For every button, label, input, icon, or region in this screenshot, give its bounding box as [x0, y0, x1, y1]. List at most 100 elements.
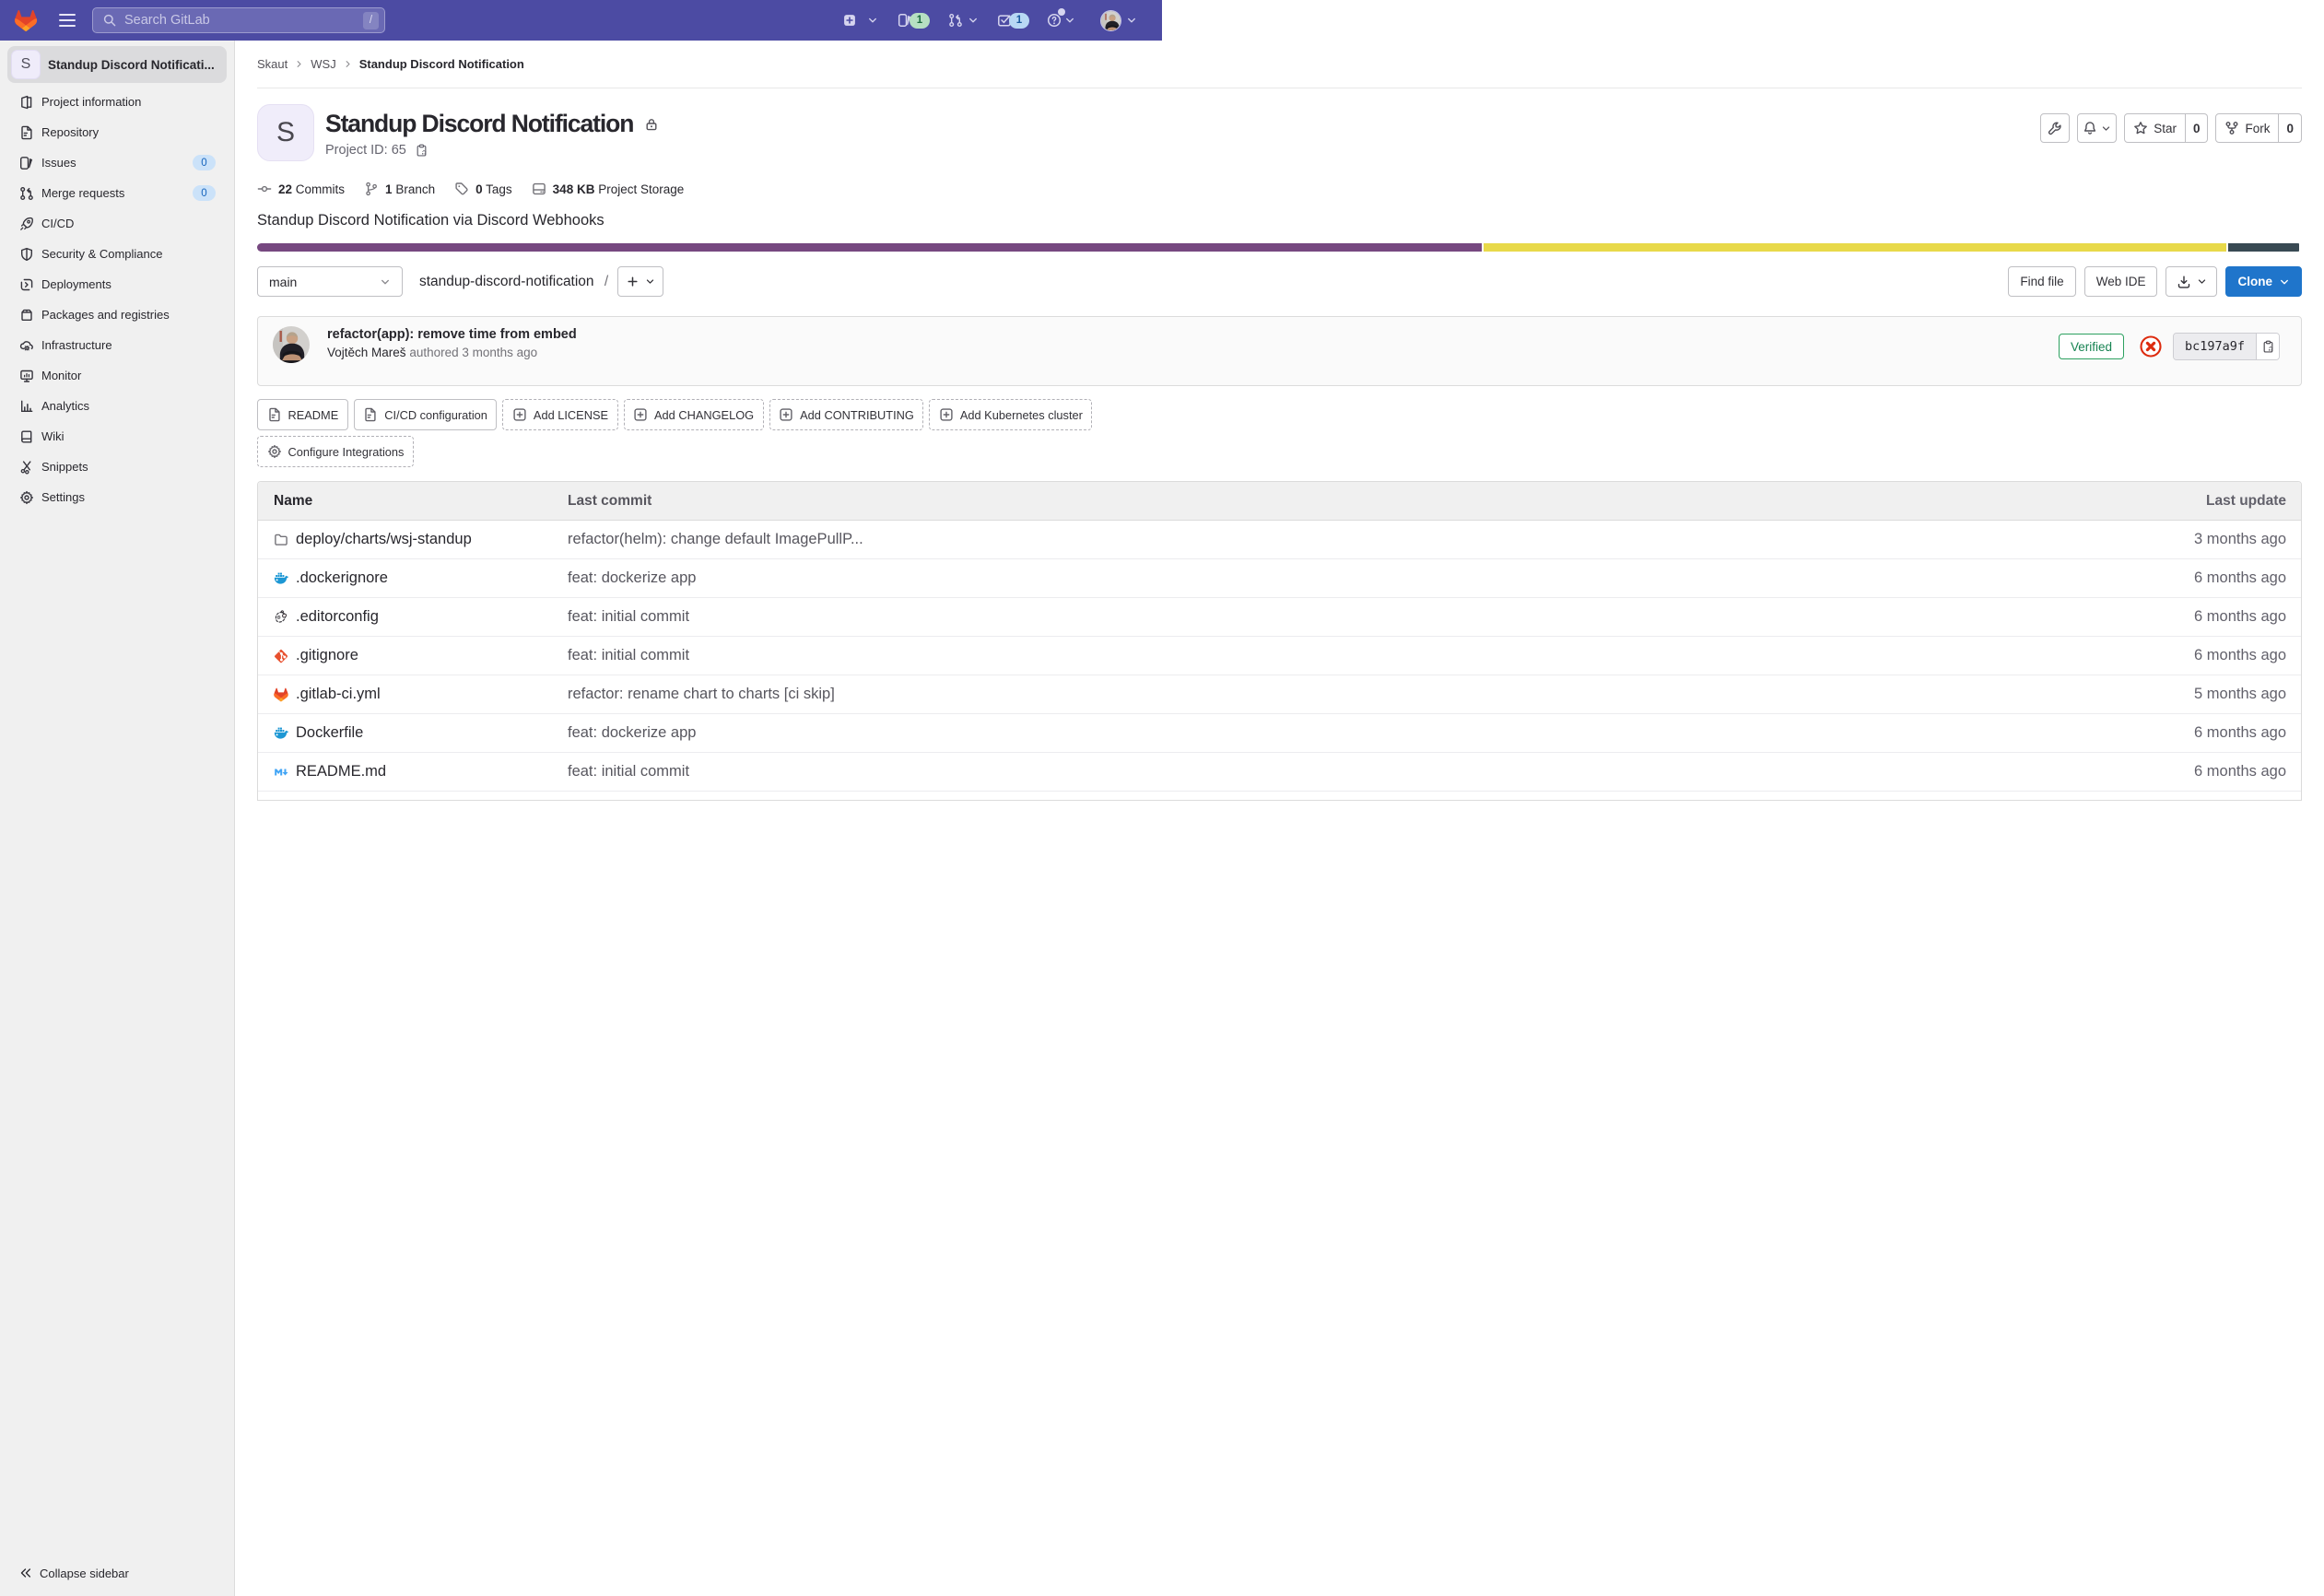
sidebar-item-label: Analytics [41, 399, 219, 413]
sidebar-project-header[interactable]: S Standup Discord Notificati... [7, 46, 227, 83]
file-row[interactable]: .editorconfig feat: initial commit 6 mon… [258, 598, 2301, 637]
web-ide-button[interactable]: Web IDE [2084, 266, 2158, 297]
branch-chevron-icon [380, 276, 391, 288]
sidebar-item[interactable]: Wiki [0, 421, 234, 452]
commit-author-avatar[interactable] [273, 326, 310, 363]
user-menu-chevron-icon[interactable] [1126, 15, 1137, 26]
sidebar-item[interactable]: Deployments [0, 269, 234, 299]
collapse-sidebar-button[interactable]: Collapse sidebar [0, 1557, 234, 1589]
project-stat[interactable]: 22 Commits [257, 182, 345, 196]
sidebar-item[interactable]: CI/CD [0, 208, 234, 239]
project-settings-button[interactable] [2040, 113, 2070, 143]
sidebar-item[interactable]: Security & Compliance [0, 239, 234, 269]
pipeline-failed-icon[interactable] [2140, 335, 2162, 358]
file-row[interactable]: Dockerfile feat: dockerize app 6 months … [258, 714, 2301, 753]
sidebar-item-label: Infrastructure [41, 338, 219, 352]
copy-project-id-icon[interactable] [415, 144, 428, 158]
language-bar[interactable] [257, 243, 2302, 252]
file-name[interactable]: README.md [296, 763, 386, 780]
quick-button[interactable]: Add CHANGELOG [624, 399, 764, 430]
file-row[interactable]: .dockerignore feat: dockerize app 6 mont… [258, 559, 2301, 598]
file-row[interactable]: README.md feat: initial commit 6 months … [258, 753, 2301, 792]
project-stat[interactable]: 348 KB Project Storage [532, 182, 685, 196]
hamburger-menu-icon[interactable] [59, 14, 76, 27]
breadcrumb-subgroup[interactable]: WSJ [311, 57, 335, 71]
file-commit-message[interactable]: feat: dockerize app [568, 724, 2117, 742]
file-name[interactable]: .dockerignore [296, 569, 388, 587]
quick-button[interactable]: Add LICENSE [502, 399, 617, 430]
file-commit-message[interactable]: feat: initial commit [568, 608, 2117, 626]
sidebar-item-icon [19, 217, 34, 231]
file-commit-message[interactable]: feat: initial commit [568, 647, 2117, 664]
quick-button[interactable]: CI/CD configuration [354, 399, 498, 430]
quick-button[interactable]: Add Kubernetes cluster [929, 399, 1092, 430]
repo-path-name[interactable]: standup-discord-notification [419, 274, 594, 289]
breadcrumb-current[interactable]: Standup Discord Notification [359, 57, 524, 71]
merge-requests-nav-button[interactable] [948, 13, 963, 28]
branch-selector[interactable]: main [257, 266, 403, 297]
sidebar-item[interactable]: Repository [0, 117, 234, 147]
sidebar-item[interactable]: Infrastructure [0, 330, 234, 360]
file-name[interactable]: Dockerfile [296, 724, 363, 742]
file-commit-message[interactable]: feat: initial commit [568, 763, 2117, 780]
find-file-button[interactable]: Find file [2008, 266, 2075, 297]
star-button[interactable]: Star [2124, 113, 2186, 143]
issues-nav-button[interactable]: 1 [898, 13, 930, 29]
file-name[interactable]: .gitlab-ci.yml [296, 686, 381, 703]
commit-title[interactable]: refactor(app): remove time from embed [327, 327, 577, 342]
breadcrumb-group[interactable]: Skaut [257, 57, 288, 71]
clone-button[interactable]: Clone [2225, 266, 2302, 297]
sidebar-item-icon [19, 399, 34, 414]
quick-button[interactable]: README [257, 399, 348, 430]
fork-button[interactable]: Fork [2215, 113, 2279, 143]
plus-square-icon [842, 13, 857, 28]
help-chevron-icon[interactable] [1064, 15, 1075, 26]
file-commit-message[interactable]: feat: dockerize app [568, 569, 2117, 587]
file-row[interactable]: deploy/charts/wsj-standup refactor(helm)… [258, 521, 2301, 559]
sidebar-item-label: Project information [41, 95, 219, 109]
sidebar-item[interactable]: Settings [0, 482, 234, 512]
project-stat[interactable]: 0 Tags [454, 182, 512, 196]
sidebar-item[interactable]: Packages and registries [0, 299, 234, 330]
star-count[interactable]: 0 [2186, 113, 2209, 143]
download-button[interactable] [2166, 266, 2217, 297]
quick-button[interactable]: Add CONTRIBUTING [769, 399, 924, 430]
branch-name: main [269, 275, 297, 289]
gitlab-logo[interactable] [14, 9, 38, 32]
new-menu-chevron-icon[interactable] [867, 15, 878, 26]
project-stat[interactable]: 1 Branch [364, 182, 435, 196]
collapse-sidebar-label: Collapse sidebar [40, 1567, 129, 1580]
file-row[interactable]: .gitignore feat: initial commit 6 months… [258, 637, 2301, 675]
merge-requests-chevron-icon[interactable] [968, 15, 979, 26]
sidebar-item-label: Issues [41, 156, 193, 170]
verified-badge[interactable]: Verified [2059, 334, 2124, 359]
add-file-button[interactable] [617, 266, 663, 297]
help-menu-button[interactable] [1047, 13, 1062, 28]
file-commit-message[interactable]: refactor: rename chart to charts [ci ski… [568, 686, 2117, 703]
file-row[interactable]: .gitlab-ci.yml refactor: rename chart to… [258, 675, 2301, 714]
fork-count[interactable]: 0 [2279, 113, 2302, 143]
issues-count-badge: 1 [910, 13, 930, 29]
user-avatar[interactable] [1100, 10, 1121, 31]
copy-sha-button[interactable] [2256, 334, 2279, 359]
file-name[interactable]: .editorconfig [296, 608, 379, 626]
file-last-update: 6 months ago [2117, 724, 2301, 742]
commit-sha: bc197a9f [2174, 334, 2256, 359]
todos-nav-button[interactable]: 1 [997, 13, 1029, 29]
new-menu-button[interactable] [842, 13, 857, 28]
sidebar-item[interactable]: Merge requests 0 [0, 178, 234, 208]
sidebar-item[interactable]: Project information [0, 87, 234, 117]
quick-button[interactable]: Configure Integrations [257, 436, 414, 467]
sidebar-item[interactable]: Snippets [0, 452, 234, 482]
sidebar-item-label: Repository [41, 125, 219, 139]
file-name[interactable]: .gitignore [296, 647, 358, 664]
sidebar-item[interactable]: Issues 0 [0, 147, 234, 178]
sidebar-item[interactable]: Analytics [0, 391, 234, 421]
search-input[interactable]: Search GitLab / [92, 7, 385, 33]
commit-author[interactable]: Vojtěch Mareš [327, 346, 406, 359]
sidebar-item[interactable]: Monitor [0, 360, 234, 391]
file-commit-message[interactable]: refactor(helm): change default ImagePull… [568, 531, 2117, 548]
file-name[interactable]: deploy/charts/wsj-standup [296, 531, 472, 548]
quick-button-icon [633, 407, 648, 422]
notifications-button[interactable] [2077, 113, 2117, 143]
